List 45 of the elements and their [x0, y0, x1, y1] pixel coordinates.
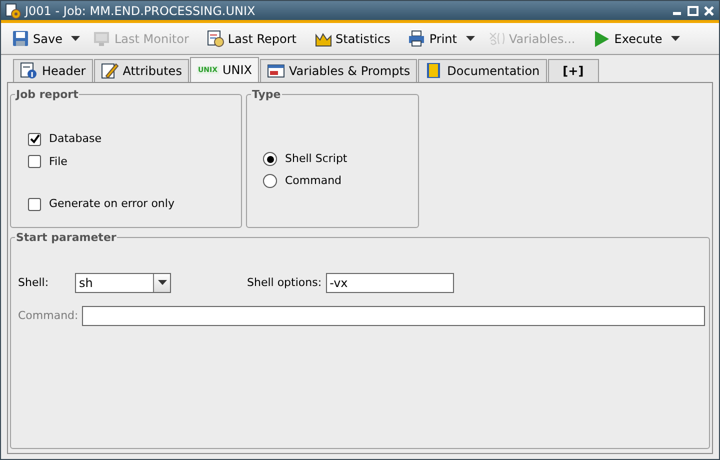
checkmark-icon [30, 134, 40, 144]
tab[interactable]: Attributes [94, 59, 189, 82]
field-label: Command: [18, 308, 78, 324]
group-title: Start parameter [15, 231, 118, 244]
radio-label: Command [285, 172, 342, 188]
play-icon [593, 30, 612, 48]
printer-icon [408, 30, 426, 48]
text-field[interactable]: -vx [326, 273, 454, 293]
checkbox[interactable] [28, 155, 41, 168]
caret-icon [158, 280, 166, 286]
radio-label: Shell Script [285, 151, 348, 167]
field-label: Shell options: [247, 274, 322, 291]
checkbox-label: File [49, 154, 68, 170]
toolbar-button[interactable]: Print [405, 28, 460, 50]
checkbox-label: Generate on error only [49, 196, 174, 212]
field-label: Shell: [18, 274, 50, 291]
window-title: J001 - Job: MM.END.PROCESSING.UNIX [25, 2, 256, 20]
minimize-icon [673, 12, 681, 15]
toolbar-button[interactable]: Execute [590, 28, 666, 50]
monitor-icon [93, 30, 112, 48]
group-title: Job report [15, 88, 80, 101]
maximize-icon [687, 4, 699, 16]
checkbox-label: Database [49, 131, 102, 147]
checkbox[interactable] [28, 198, 41, 211]
pencil-page-icon [100, 62, 119, 80]
caret-icon[interactable] [71, 36, 80, 41]
tab[interactable]: [+] [548, 59, 599, 82]
report-clock-icon [206, 30, 225, 48]
tab[interactable]: Documentation [418, 59, 547, 82]
close-icon [703, 4, 715, 16]
tab[interactable]: Variables & Prompts [260, 59, 418, 82]
variables-icon [488, 30, 506, 48]
checkbox[interactable] [28, 132, 41, 146]
radio-button[interactable] [263, 152, 277, 166]
caret-icon[interactable] [671, 36, 680, 41]
caret-icon[interactable] [466, 36, 475, 41]
info-page-icon [20, 62, 38, 80]
toolbar-button[interactable]: Save [9, 28, 66, 50]
variables-window-icon [267, 62, 286, 80]
tab[interactable]: Header [13, 59, 93, 82]
shell-dropdown[interactable]: sh [75, 273, 171, 293]
group-title: Type [251, 88, 282, 101]
toolbar-button[interactable]: Last Report [204, 28, 300, 50]
toolbar-button[interactable]: Statistics [312, 28, 394, 50]
radio-button[interactable] [263, 174, 277, 188]
